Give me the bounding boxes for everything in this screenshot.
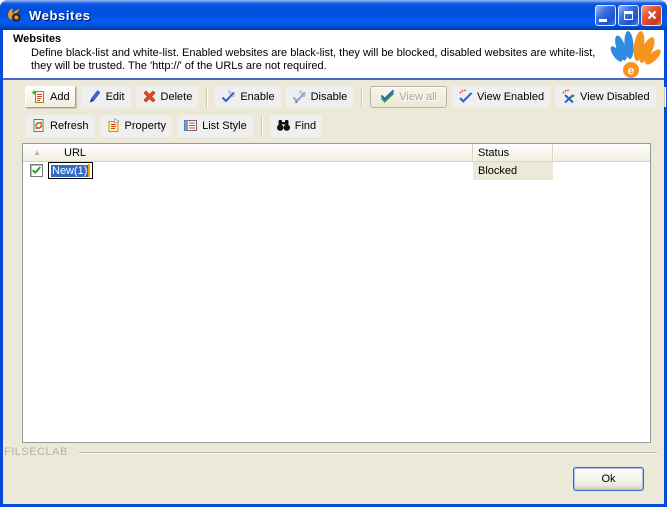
status-column-label: Status xyxy=(478,147,509,159)
filseclab-watermark: FILSECLAB xyxy=(4,446,68,458)
disable-label: Disable xyxy=(311,91,348,103)
text-caret xyxy=(88,164,90,177)
list-style-label: List Style xyxy=(202,120,247,132)
view-all-label: View all xyxy=(399,91,437,103)
titlebar[interactable]: Websites xyxy=(0,0,667,30)
view-disabled-icon xyxy=(561,89,576,104)
websites-window: Websites Websites Define black-list and … xyxy=(0,0,667,507)
view-disabled-label: View Disabled xyxy=(580,91,650,103)
list-header: ▲ URL Status xyxy=(23,144,650,162)
toolbar-main: Add Edit Delete En xyxy=(3,81,664,112)
enable-label: Enable xyxy=(240,91,274,103)
ok-button[interactable]: Ok xyxy=(573,467,644,491)
view-enabled-label: View Enabled xyxy=(477,91,544,103)
view-all-icon xyxy=(380,89,395,104)
delete-icon xyxy=(142,89,157,104)
websites-list: ▲ URL Status New(1) B xyxy=(22,143,651,443)
column-header-checkbox[interactable]: ▲ xyxy=(23,144,51,161)
header-panel: Websites Define black-list and white-lis… xyxy=(3,30,664,80)
refresh-label: Refresh xyxy=(50,120,89,132)
refresh-button[interactable]: Refresh xyxy=(25,115,95,137)
property-button[interactable]: Property xyxy=(100,115,173,137)
view-enabled-icon xyxy=(458,89,473,104)
sort-ascending-icon: ▲ xyxy=(33,149,41,157)
property-label: Property xyxy=(125,120,167,132)
disable-icon xyxy=(292,89,307,104)
toolbar-secondary: Refresh Property List Style xyxy=(3,112,664,139)
window-title: Websites xyxy=(29,8,91,23)
url-selected-text: New(1) xyxy=(51,165,88,177)
app-logo-icon xyxy=(6,6,24,24)
view-all-button[interactable]: View all xyxy=(370,86,447,108)
disable-button[interactable]: Disable xyxy=(286,86,354,108)
page-description: Define black-list and white-list. Enable… xyxy=(31,47,609,73)
status-cell: Blocked xyxy=(473,162,553,180)
add-button[interactable]: Add xyxy=(25,86,76,108)
maximize-button[interactable] xyxy=(618,5,639,26)
table-row[interactable]: New(1) Blocked xyxy=(23,162,650,180)
svg-text:e: e xyxy=(628,64,635,78)
edit-label: Edit xyxy=(106,91,125,103)
property-icon xyxy=(106,118,121,133)
checkmark-icon xyxy=(31,165,42,176)
column-header-status[interactable]: Status xyxy=(473,144,553,161)
find-label: Find xyxy=(295,120,316,132)
list-style-icon xyxy=(183,118,198,133)
delete-label: Delete xyxy=(161,91,193,103)
find-icon xyxy=(276,118,291,133)
toolbar-separator xyxy=(261,116,262,136)
toolbar-separator xyxy=(361,87,362,107)
toolbar-separator xyxy=(664,87,665,107)
add-label: Add xyxy=(50,91,70,103)
minimize-button[interactable] xyxy=(595,5,616,26)
filseclab-logo: e xyxy=(608,30,662,80)
find-button[interactable]: Find xyxy=(270,115,322,137)
url-edit-field[interactable]: New(1) xyxy=(48,162,93,179)
enable-button[interactable]: Enable xyxy=(215,86,280,108)
edit-button[interactable]: Edit xyxy=(81,86,131,108)
url-column-label: URL xyxy=(64,147,86,159)
minimize-icon xyxy=(599,19,607,22)
footer-divider xyxy=(79,452,657,454)
list-style-button[interactable]: List Style xyxy=(177,115,253,137)
delete-button[interactable]: Delete xyxy=(136,86,199,108)
close-button[interactable] xyxy=(641,5,662,26)
row-checkbox[interactable] xyxy=(30,164,43,177)
edit-icon xyxy=(87,89,102,104)
refresh-icon xyxy=(31,118,46,133)
column-header-url[interactable]: URL xyxy=(51,144,473,161)
enable-icon xyxy=(221,89,236,104)
view-enabled-button[interactable]: View Enabled xyxy=(452,86,550,108)
page-title: Websites xyxy=(13,33,61,45)
view-disabled-button[interactable]: View Disabled xyxy=(555,86,656,108)
maximize-icon xyxy=(624,11,633,20)
close-icon xyxy=(647,10,657,20)
window-body: Websites Define black-list and white-lis… xyxy=(0,30,667,507)
toolbar-separator xyxy=(206,87,207,107)
add-icon xyxy=(31,89,46,104)
